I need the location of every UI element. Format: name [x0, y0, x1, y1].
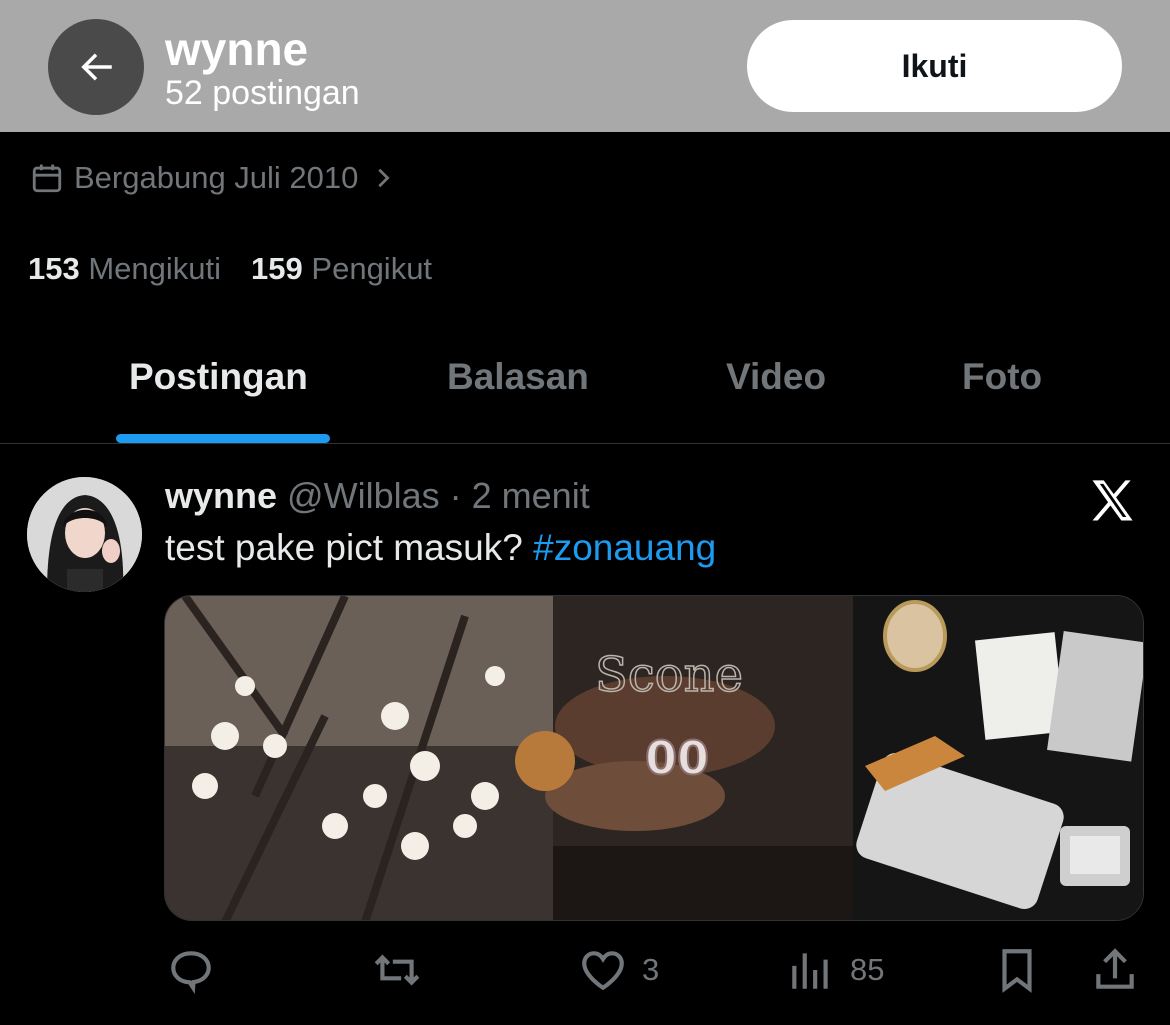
share-icon — [1096, 948, 1134, 989]
post-display-name[interactable]: wynne — [165, 475, 277, 516]
post-text: test pake pict masuk? #zonauang — [165, 527, 716, 569]
post-count: 52 postingan — [165, 74, 360, 112]
calendar-icon — [32, 164, 62, 193]
profile-name: wynne — [165, 23, 309, 75]
svg-text:00: 00 — [645, 731, 709, 785]
post-time[interactable]: 2 menit — [472, 475, 590, 516]
views-button[interactable]: 85 — [786, 945, 884, 995]
back-button[interactable] — [48, 19, 144, 115]
like-icon — [582, 951, 624, 991]
post-hashtag[interactable]: #zonauang — [533, 527, 716, 568]
svg-text:Scone: Scone — [595, 647, 743, 703]
followers-count: 159 — [251, 251, 303, 286]
follow-stats: 153 Mengikuti 159 Pengikut — [28, 251, 432, 287]
views-icon — [792, 953, 828, 989]
tab-balasan[interactable]: Balasan — [447, 356, 589, 398]
following-link[interactable]: 153 Mengikuti — [28, 251, 221, 287]
back-arrow-icon — [81, 53, 112, 81]
share-button[interactable] — [1090, 945, 1140, 995]
repost-icon — [374, 954, 420, 986]
like-button[interactable]: 3 — [578, 945, 659, 995]
bookmark-button[interactable] — [992, 945, 1042, 995]
follow-button[interactable]: Ikuti — [747, 20, 1122, 112]
tab-foto[interactable]: Foto — [962, 356, 1042, 398]
profile-header: wynne 52 postingan Ikuti — [0, 0, 1170, 132]
following-label: Mengikuti — [88, 251, 222, 286]
post-separator: · — [449, 475, 462, 516]
post-handle[interactable]: @Wilblas — [287, 475, 440, 516]
reply-button[interactable] — [166, 945, 230, 995]
active-tab-indicator — [116, 434, 330, 443]
followers-link[interactable]: 159 Pengikut — [251, 251, 432, 287]
tab-postingan[interactable]: Postingan — [129, 356, 308, 398]
avatar-image — [27, 477, 142, 592]
chevron-right-icon — [378, 168, 390, 188]
avatar[interactable] — [27, 477, 142, 592]
views-count: 85 — [850, 952, 885, 987]
post-media[interactable]: Scone 00 — [164, 595, 1144, 921]
tab-video[interactable]: Video — [726, 356, 826, 398]
x-logo-icon — [1092, 480, 1133, 521]
like-count: 3 — [642, 952, 660, 987]
joined-label: Bergabung Juli 2010 — [74, 160, 359, 195]
post-media-image: Scone 00 — [165, 596, 1143, 920]
repost-button[interactable] — [372, 945, 436, 995]
joined-date[interactable]: Bergabung Juli 2010 — [30, 160, 394, 196]
followers-label: Pengikut — [311, 251, 433, 286]
reply-icon — [171, 951, 211, 994]
profile-tabs: Postingan Balasan Video Foto — [0, 330, 1170, 444]
post-body: test pake pict masuk? — [165, 527, 523, 568]
bookmark-icon — [1002, 949, 1032, 993]
following-count: 153 — [28, 251, 80, 286]
post-header: wynne @Wilblas · 2 menit — [165, 475, 590, 517]
